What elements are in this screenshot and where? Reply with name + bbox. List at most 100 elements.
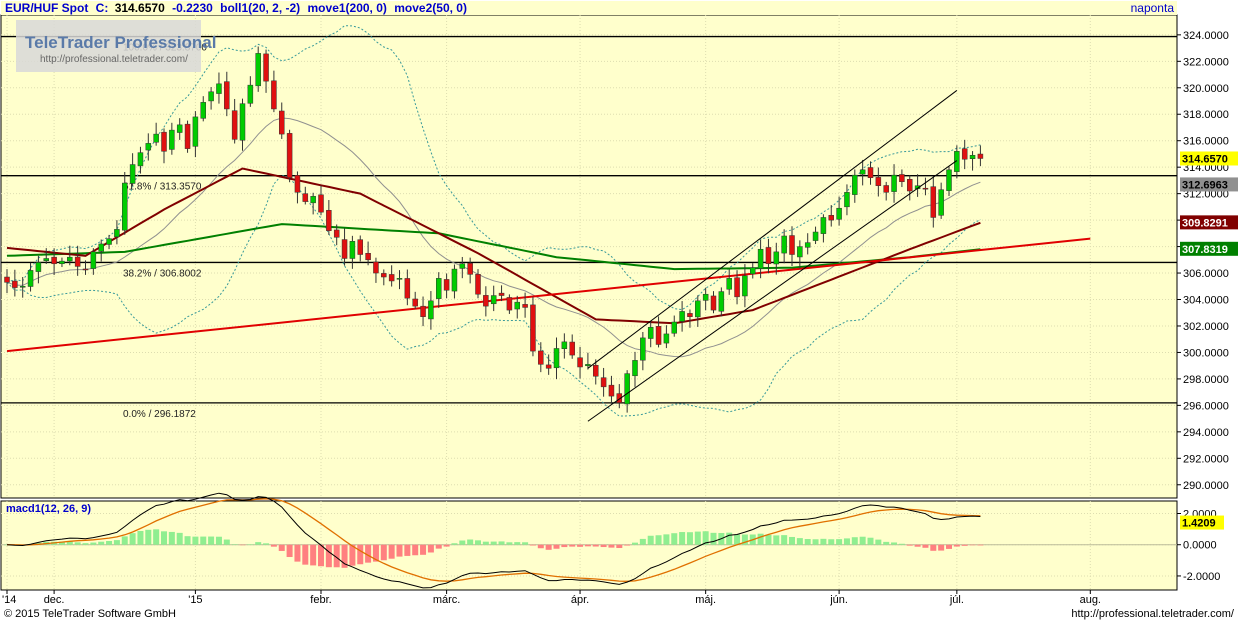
candle-body (718, 291, 725, 312)
macd-histogram-bar (231, 544, 238, 545)
macd-histogram-bar (906, 544, 913, 546)
header-close-value: 314.6570 (115, 1, 165, 15)
macd-histogram-bar (153, 529, 160, 545)
candle-body (349, 241, 356, 259)
header-symbol: EUR/HUF Spot (5, 1, 88, 15)
candle-body (640, 337, 646, 361)
candle-body (129, 164, 136, 184)
candle-body (498, 292, 505, 296)
y-tick-label: 296.0000 (1183, 400, 1229, 412)
price-tag-label: 314.6570 (1182, 153, 1228, 165)
macd-histogram-bar (490, 541, 497, 545)
candle-body (561, 341, 568, 349)
candle-body (373, 261, 379, 274)
macd-histogram-bar (577, 544, 584, 547)
macd-histogram-bar (569, 544, 576, 547)
candle-body (357, 239, 363, 255)
candle-body (74, 256, 81, 267)
macd-histogram-bar (396, 544, 403, 557)
candle-body (765, 247, 772, 265)
macd-histogram-bar (961, 544, 968, 546)
candle-body (51, 256, 57, 265)
candle-body (710, 295, 717, 311)
y-tick-label: 306.0000 (1183, 268, 1229, 280)
candle-body (224, 81, 230, 110)
macd-histogram-bar (757, 533, 764, 545)
candle-body (702, 293, 709, 301)
candle-body (812, 231, 819, 241)
macd-histogram-bar (875, 539, 882, 545)
candle-body (883, 185, 889, 193)
macd-histogram-bar (270, 544, 277, 547)
header-change: -0.2230 (172, 1, 213, 15)
fib-label: 0.0% / 296.1872 (123, 409, 196, 420)
candle-body (734, 277, 740, 298)
candle-body (255, 53, 261, 87)
candle-body (600, 377, 607, 388)
macd-value-label: 1.4209 (1182, 518, 1216, 530)
macd-histogram-bar (278, 544, 285, 551)
candle-body (483, 295, 489, 307)
x-tick-label: febr. (310, 594, 331, 606)
macd-histogram-bar (851, 537, 858, 545)
candle-body (977, 153, 984, 159)
macd-histogram-bar (263, 543, 270, 545)
candle-body (750, 267, 756, 275)
macd-histogram-bar (176, 532, 183, 545)
header-text: EUR/HUF Spot C: 314.6570 -0.2230 boll1(2… (5, 1, 467, 15)
macd-histogram-bar (121, 536, 128, 545)
macd-histogram-bar (781, 535, 788, 545)
macd-histogram-bar (161, 531, 167, 545)
candle-body (961, 148, 968, 160)
candle-body (930, 186, 937, 218)
macd-histogram-bar (616, 544, 623, 549)
macd-histogram-bar (765, 534, 772, 545)
candle-body (420, 305, 426, 317)
macd-histogram-bar (592, 544, 599, 547)
macd-histogram-bar (671, 533, 678, 545)
candle-body (451, 268, 458, 292)
candle-body (899, 174, 905, 182)
candle-body (341, 239, 348, 259)
x-tick-label: '15 (188, 594, 202, 606)
candle-body (208, 91, 214, 102)
candle-body (647, 327, 654, 339)
footer-copyright: © 2015 TeleTrader Software GmbH (4, 608, 176, 620)
y-tick-label: 292.0000 (1183, 453, 1229, 465)
macd-histogram-bar (145, 529, 152, 545)
y-tick-label: 320.0000 (1183, 83, 1229, 95)
macd-histogram-bar (639, 538, 646, 545)
candle-body (585, 364, 591, 367)
chart-window: 100.0% / 323.870061.8% / 313.357038.2% /… (0, 0, 1240, 625)
macd-histogram-bar (930, 544, 937, 551)
macd-histogram-bar (239, 544, 246, 546)
candle-body (12, 280, 18, 288)
macd-histogram-bar (812, 539, 819, 545)
candle-body (679, 311, 685, 322)
y-tick-label: 318.0000 (1183, 109, 1229, 121)
candle-body (695, 300, 701, 318)
macd-histogram-bar (624, 544, 631, 546)
macd-histogram-bar (632, 542, 638, 545)
macd-histogram-bar (891, 542, 898, 545)
x-tick-label: márc. (433, 594, 461, 606)
macd-histogram-bar (98, 541, 105, 545)
footer-url: http://professional.teletrader.com/ (1071, 608, 1234, 620)
candle-body (137, 152, 144, 167)
candle-body (820, 217, 827, 234)
candle-body (891, 174, 897, 192)
candle-body (145, 143, 152, 151)
macd-histogram-bar (129, 533, 136, 545)
macd-histogram-bar (168, 531, 175, 545)
y-tick-label: 316.0000 (1183, 136, 1229, 148)
macd-histogram-bar (82, 543, 89, 545)
candle-body (90, 251, 97, 269)
header-indicator-ma50: move2(50, 0) (394, 1, 467, 15)
y-tick-label: 302.0000 (1183, 321, 1229, 333)
candle-body (67, 256, 73, 262)
macd-histogram-bar (90, 542, 97, 545)
macd-histogram-bar (836, 539, 843, 545)
candle-body (632, 360, 638, 377)
candle-body (867, 167, 874, 179)
macd-histogram-bar (215, 536, 222, 545)
